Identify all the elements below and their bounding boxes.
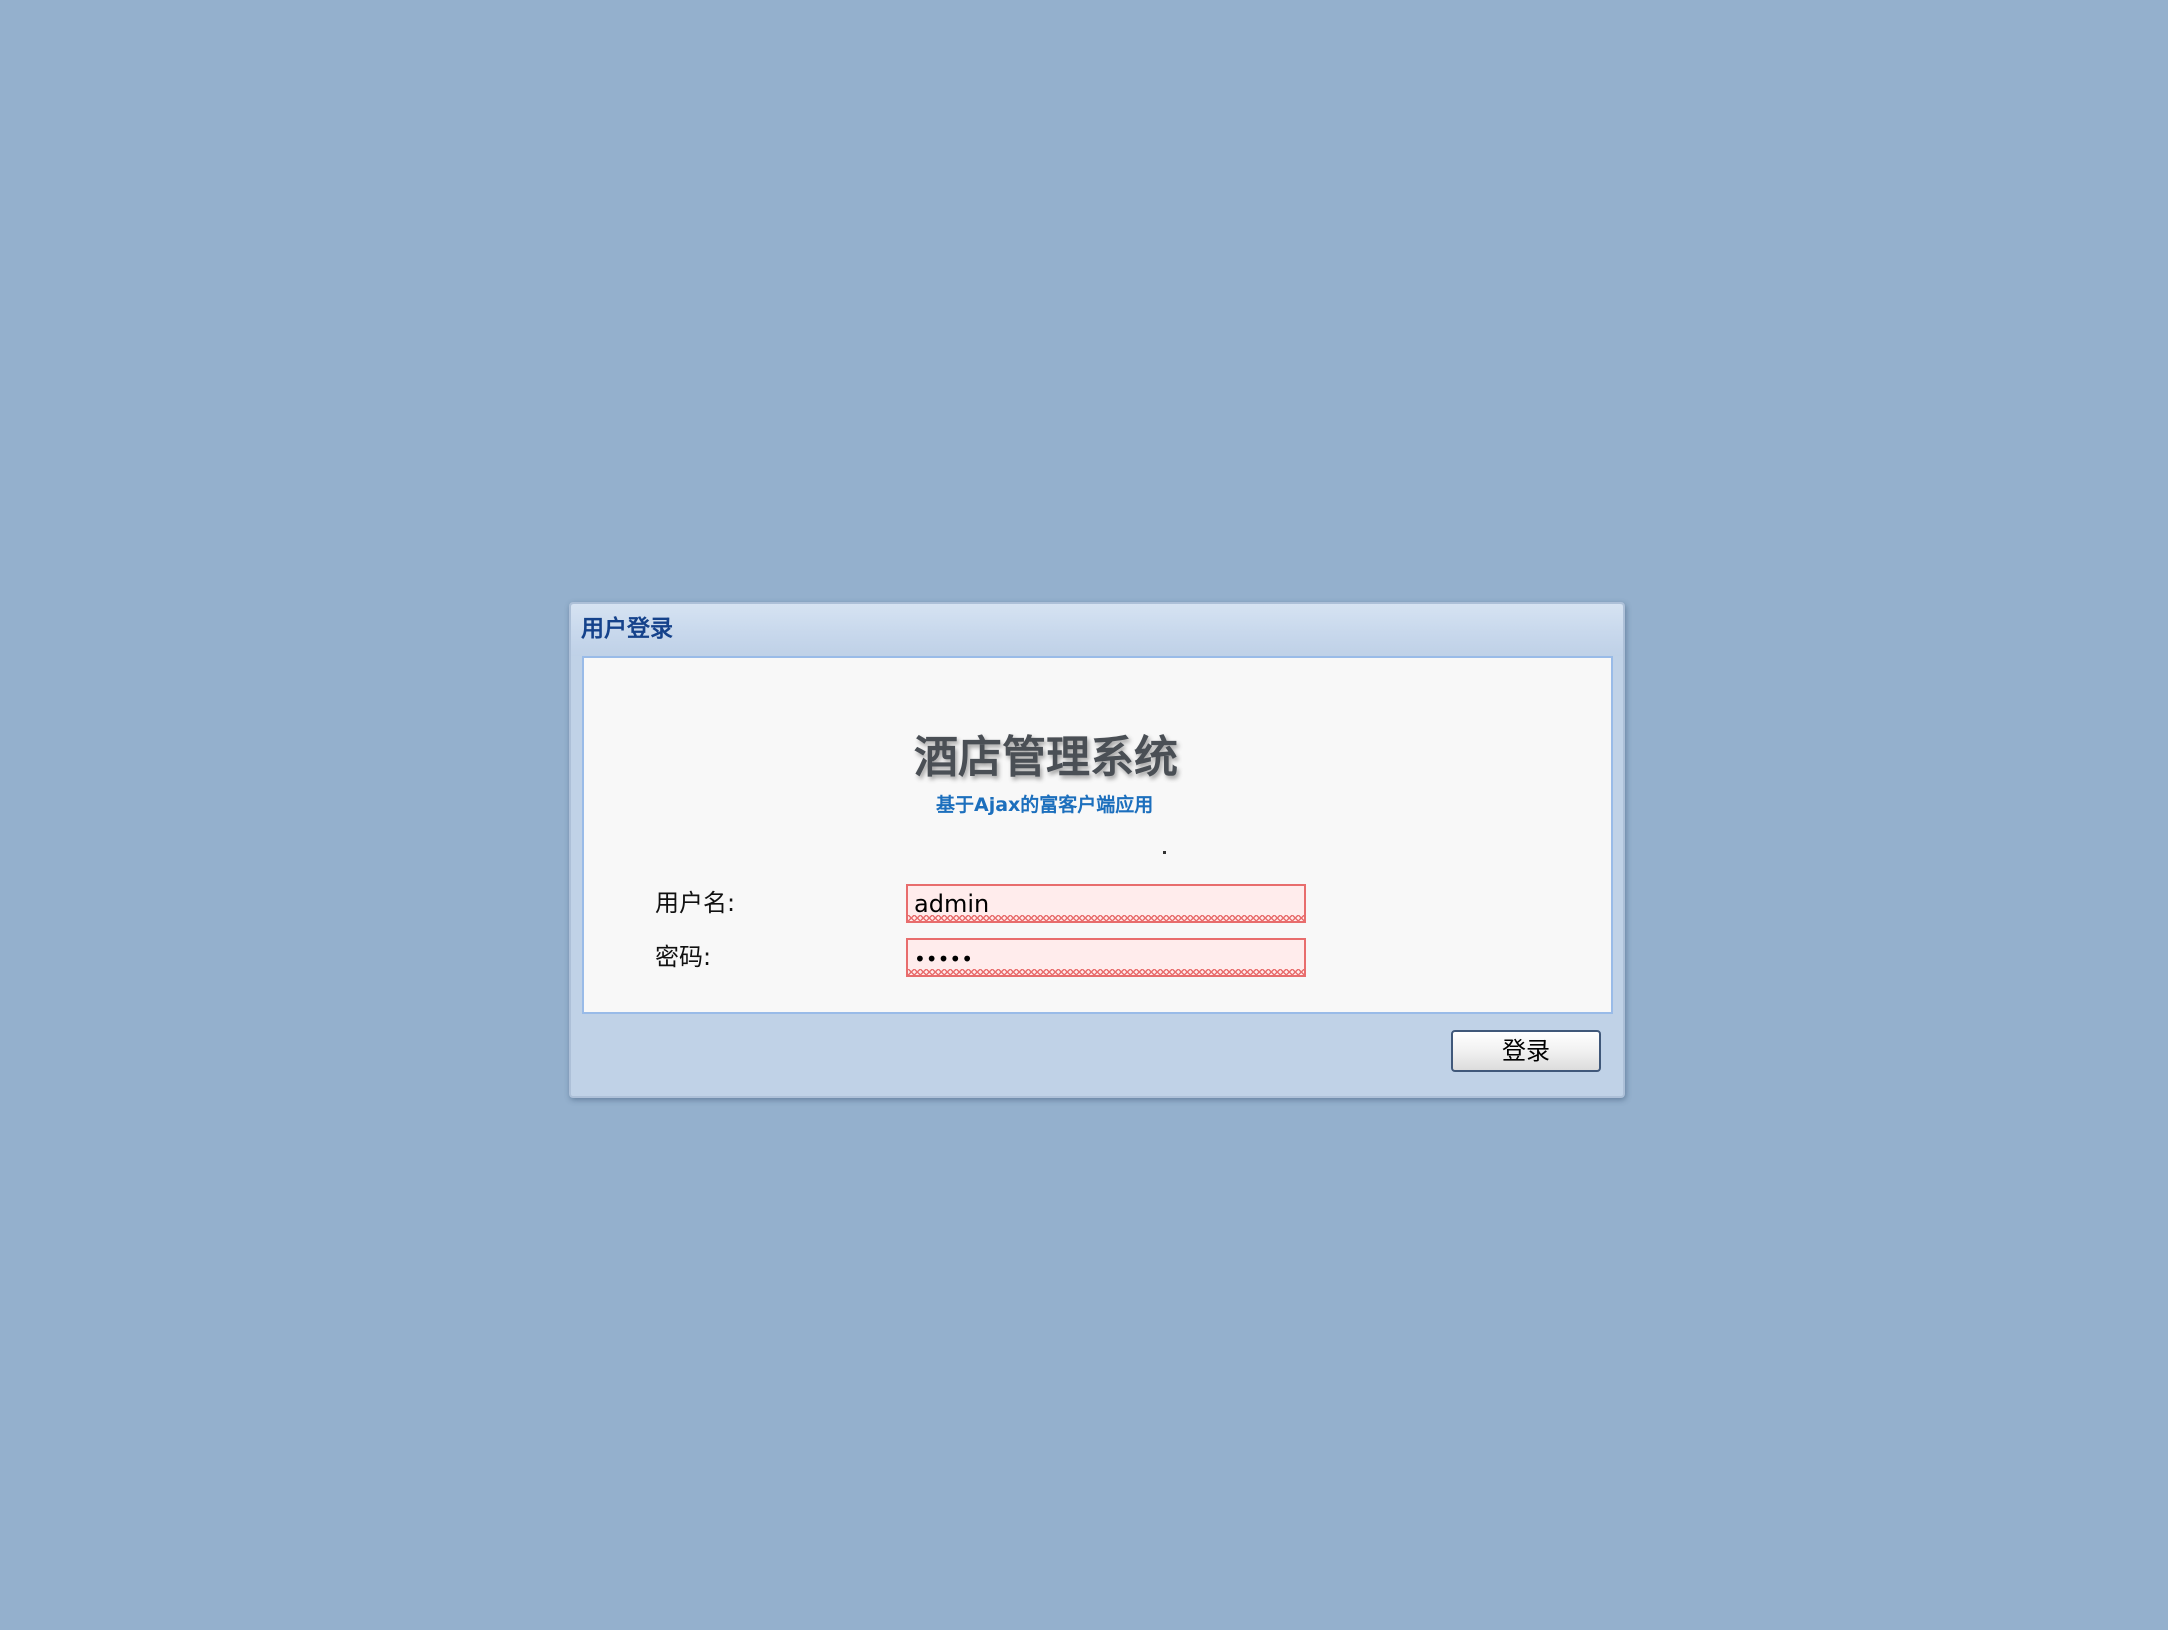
dialog-body: 酒店管理系统 基于Ajax的富客户端应用 用户名: admin 密码: ••••… — [582, 656, 1613, 1014]
username-label: 用户名: — [655, 889, 736, 917]
login-button[interactable]: 登录 — [1451, 1030, 1601, 1072]
dialog-title: 用户登录 — [581, 616, 673, 642]
invalid-marker — [908, 969, 1304, 975]
login-dialog: 用户登录 酒店管理系统 基于Ajax的富客户端应用 用户名: admin 密码:… — [569, 602, 1625, 1098]
password-field[interactable]: ••••• — [906, 938, 1306, 977]
dialog-header[interactable]: 用户登录 — [571, 604, 1623, 656]
username-value: admin — [914, 890, 990, 918]
username-field[interactable]: admin — [906, 884, 1306, 923]
banner-dot — [1163, 851, 1166, 854]
app-title: 酒店管理系统 — [914, 732, 1178, 783]
password-label: 密码: — [655, 943, 712, 971]
invalid-marker — [908, 915, 1304, 921]
login-button-label: 登录 — [1502, 1037, 1550, 1065]
app-subtitle: 基于Ajax的富客户端应用 — [936, 794, 1154, 816]
